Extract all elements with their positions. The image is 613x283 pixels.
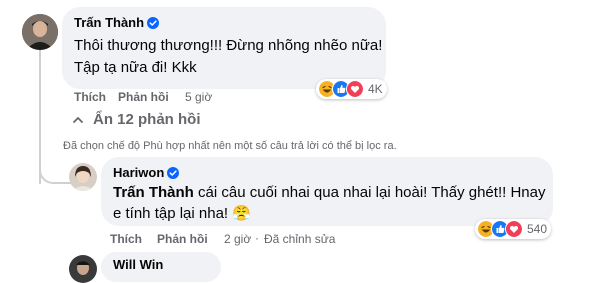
edited-label: Đã chỉnh sửa: [264, 232, 336, 246]
reply-bubble: Hariwon Trấn Thành cái câu cuối nhai qua…: [101, 157, 553, 226]
filter-notice: Đã chọn chế độ Phù hợp nhất nên một số c…: [63, 140, 397, 152]
reply-button[interactable]: Phản hồi: [157, 232, 208, 246]
reaction-count: 540: [527, 222, 548, 236]
reply-button[interactable]: Phản hồi: [118, 90, 169, 104]
love-icon: [346, 80, 364, 98]
avatar-will-win[interactable]: [69, 255, 97, 283]
reaction-summary[interactable]: 4K: [316, 79, 387, 99]
hide-replies-label: Ẩn 12 phản hồi: [93, 111, 201, 128]
reply-text-line: Trấn Thành cái câu cuối nhai qua nhai lạ…: [113, 184, 546, 201]
separator-dot: ·: [255, 231, 259, 245]
reply-bubble: Will Win: [101, 252, 221, 282]
comment-text-line: Tập tạ nữa đi! Kkk: [74, 59, 197, 76]
comment-text-line: Thôi thương thương!!! Đừng nhõng nhẽo nữ…: [74, 37, 383, 54]
comment-author[interactable]: Trấn Thành: [74, 15, 160, 32]
like-button[interactable]: Thích: [74, 90, 106, 104]
reply-text-line: e tính tập lại nha! 😤: [113, 205, 251, 222]
verified-badge-icon: [167, 167, 180, 182]
mention-link[interactable]: Trấn Thành: [113, 184, 194, 201]
reply-author[interactable]: Will Win: [113, 257, 163, 272]
reaction-count: 4K: [368, 82, 383, 96]
chevron-up-icon: [73, 116, 83, 123]
like-button[interactable]: Thích: [110, 232, 142, 246]
reaction-summary[interactable]: 540: [475, 219, 552, 239]
reply-author[interactable]: Hariwon: [113, 165, 180, 182]
avatar-tran-thanh[interactable]: [22, 14, 58, 50]
comment-bubble: Trấn Thành Thôi thương thương!!! Đừng nh…: [62, 7, 386, 89]
love-icon: [505, 220, 523, 238]
comment-timestamp[interactable]: 5 giờ: [185, 90, 212, 104]
hide-replies-button[interactable]: Ẩn 12 phản hồi: [72, 111, 201, 128]
verified-badge-icon: [147, 17, 160, 32]
reply-timestamp[interactable]: 2 giờ: [224, 232, 251, 246]
avatar-hariwon[interactable]: [69, 163, 97, 191]
